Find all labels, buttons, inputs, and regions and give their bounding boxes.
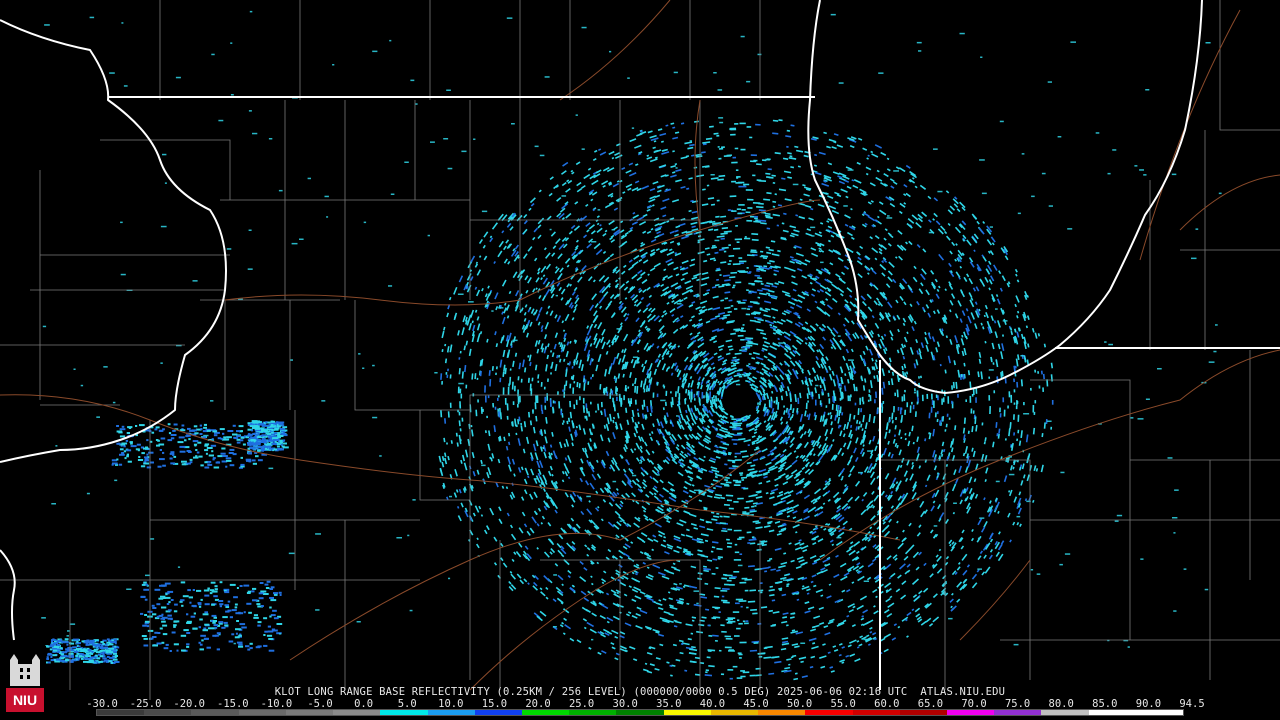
colorbar-swatch xyxy=(97,710,145,715)
colorbar-swatch xyxy=(663,710,711,715)
radar-map xyxy=(0,0,1280,720)
colorbar-swatch xyxy=(1041,710,1089,715)
colorbar-swatch xyxy=(994,710,1042,715)
reflectivity-colorbar xyxy=(96,709,1184,716)
colorbar-swatch xyxy=(427,710,475,715)
colorbar-swatch xyxy=(899,710,947,715)
colorbar-swatch xyxy=(191,710,239,715)
colorbar-swatch xyxy=(710,710,759,715)
product-caption: KLOT LONG RANGE BASE REFLECTIVITY (0.25K… xyxy=(274,686,1006,698)
colorbar-swatch xyxy=(238,710,286,715)
colorbar-swatch xyxy=(474,710,522,715)
colorbar-swatch xyxy=(946,710,995,715)
colorbar-swatch xyxy=(1088,710,1136,715)
colorbar-swatch xyxy=(616,710,664,715)
niu-logo: NIU xyxy=(4,646,46,716)
colorbar-swatch xyxy=(805,710,853,715)
colorbar-swatch xyxy=(333,710,381,715)
colorbar-swatch xyxy=(569,710,617,715)
colorbar-swatch xyxy=(285,710,334,715)
colorbar-swatch xyxy=(380,710,428,715)
colorbar-swatch xyxy=(521,710,570,715)
colorbar-swatch xyxy=(144,710,192,715)
colorbar-swatch xyxy=(758,710,806,715)
colorbar-swatch xyxy=(1135,710,1184,715)
colorbar-swatch xyxy=(852,710,900,715)
